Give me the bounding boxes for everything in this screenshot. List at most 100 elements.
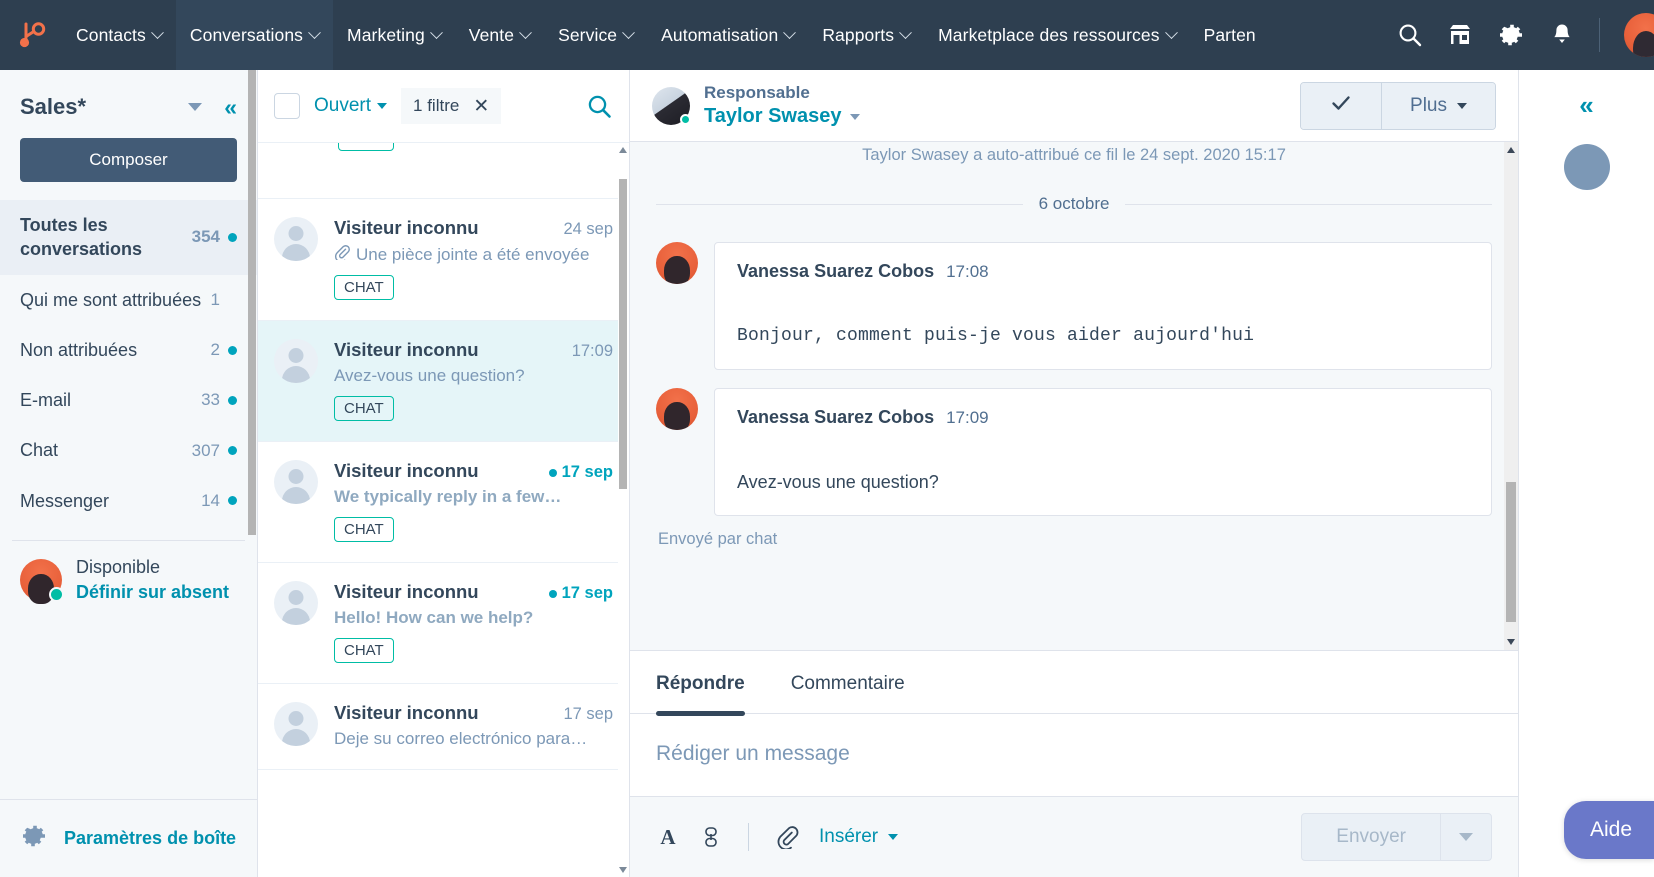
avatar — [656, 388, 698, 431]
thread-scrollbar-thumb[interactable] — [1506, 482, 1516, 622]
avatar — [274, 339, 318, 383]
inbox-settings-row[interactable]: Paramètres de boîte — [0, 799, 257, 877]
sidebar-item-qui-me-sont-attribuees[interactable]: Qui me sont attribuées 1 — [0, 275, 257, 325]
tab-commentaire[interactable]: Commentaire — [791, 651, 905, 713]
nav-item-label: Parten — [1203, 24, 1256, 45]
sidebar-item-count: 2 — [210, 340, 220, 360]
avatar — [274, 702, 318, 746]
avatar — [274, 581, 318, 625]
scroll-down-arrow-icon[interactable] — [619, 867, 627, 873]
conversation-list-scrollbar[interactable] — [618, 143, 629, 877]
chevron-down-icon — [1457, 102, 1467, 109]
list-item-partial-above[interactable] — [258, 143, 629, 199]
conversation-name: Visiteur inconnu — [334, 581, 479, 602]
nav-item-automatisation[interactable]: Automatisation — [647, 0, 808, 70]
mark-closed-button[interactable] — [1301, 82, 1382, 129]
owner-selector[interactable]: Taylor Swasey — [704, 105, 861, 128]
tab-repondre[interactable]: Répondre — [656, 651, 745, 716]
font-color-icon[interactable]: A — [656, 825, 680, 849]
sidebar-item-toutes-les-conversations[interactable]: Toutes les conversations 354 — [0, 200, 257, 275]
sidebar-item-label: Chat — [20, 440, 59, 461]
nav-item-label: Rapports — [822, 24, 895, 45]
select-all-checkbox[interactable] — [274, 93, 300, 119]
message-time: 17:09 — [946, 408, 989, 428]
avatar — [274, 217, 318, 261]
nav-item-label: Marketplace des ressources — [938, 24, 1160, 45]
send-button[interactable]: Envoyer — [1302, 814, 1440, 860]
link-icon[interactable] — [700, 825, 722, 849]
settings-gear-icon[interactable] — [1497, 21, 1525, 49]
sidebar-scrollbar-thumb[interactable] — [248, 70, 256, 535]
list-item[interactable]: Visiteur inconnu 17:09 Avez-vous une que… — [258, 321, 629, 442]
nav-item-service[interactable]: Service — [544, 0, 647, 70]
nav-item-vente[interactable]: Vente — [455, 0, 544, 70]
contact-avatar[interactable] — [1563, 144, 1610, 190]
scroll-down-arrow-icon[interactable] — [1507, 639, 1515, 645]
svg-text:A: A — [660, 825, 676, 849]
scroll-up-arrow-icon[interactable] — [1507, 147, 1515, 153]
inbox-settings-label: Paramètres de boîte — [64, 828, 237, 848]
nav-item-contacts[interactable]: Contacts — [62, 0, 176, 70]
paperclip-icon — [334, 244, 350, 265]
message-author: Vanessa Suarez Cobos — [737, 407, 935, 428]
conversation-time-label: 17 sep — [561, 463, 613, 481]
paperclip-icon[interactable] — [775, 825, 799, 849]
inbox-dropdown-caret-icon[interactable] — [188, 103, 203, 111]
conversation-list-toolbar: Ouvert 1 filtre ✕ — [258, 70, 629, 143]
notifications-bell-icon[interactable] — [1549, 22, 1575, 48]
sidebar-item-label: Non attribuées — [20, 339, 138, 360]
inbox-views-list: Toutes les conversations 354 Qui me sont… — [0, 200, 257, 526]
message-card[interactable]: Vanessa Suarez Cobos 17:09 Avez-vous une… — [714, 388, 1492, 517]
hubspot-logo-link[interactable] — [0, 0, 62, 70]
sidebar-item-messenger[interactable]: Messenger 14 — [0, 476, 257, 526]
list-item[interactable]: Visiteur inconnu 24 sep Une pièce jointe… — [258, 199, 629, 321]
set-away-link[interactable]: Définir sur absent — [76, 582, 229, 603]
chevron-down-icon — [622, 25, 636, 39]
sidebar-item-chat[interactable]: Chat 307 — [0, 425, 257, 475]
conversation-time-label: 17 sep — [561, 584, 613, 602]
agent-avatar — [20, 559, 64, 605]
chat-badge-partial — [338, 143, 394, 151]
scroll-up-arrow-icon[interactable] — [619, 147, 627, 153]
conversation-preview-row: We typically reply in a few… — [334, 487, 613, 507]
thread-messages-scroll: Taylor Swasey a auto-attribué ce fil le … — [630, 142, 1518, 650]
nav-item-partenaires[interactable]: Parten — [1190, 0, 1270, 70]
compose-button[interactable]: Composer — [20, 138, 237, 182]
nav-item-marketplace[interactable]: Marketplace des ressources — [924, 0, 1189, 70]
status-filter-dropdown[interactable]: Ouvert — [314, 95, 388, 117]
send-options-button[interactable] — [1440, 814, 1491, 860]
conversation-name: Visiteur inconnu — [334, 460, 479, 481]
marketplace-icon[interactable] — [1447, 22, 1473, 48]
checkmark-icon — [1329, 91, 1353, 120]
filter-chip[interactable]: 1 filtre ✕ — [401, 88, 502, 124]
sidebar-item-non-attribuees[interactable]: Non attribuées 2 — [0, 325, 257, 375]
more-actions-button[interactable]: Plus — [1381, 82, 1495, 129]
sidebar-item-email[interactable]: E-mail 33 — [0, 375, 257, 425]
message-card[interactable]: Vanessa Suarez Cobos 17:08 Bonjour, comm… — [714, 242, 1492, 371]
nav-item-marketing[interactable]: Marketing — [333, 0, 455, 70]
nav-item-rapports[interactable]: Rapports — [808, 0, 924, 70]
right-panel-collapse-icon[interactable]: « — [1579, 92, 1593, 118]
user-avatar[interactable] — [1624, 13, 1654, 57]
conversation-time: 17 sep — [563, 705, 613, 723]
composer-toolbar: A Insérer Envoyer — [630, 796, 1518, 877]
sidebar-item-count: 354 — [191, 227, 220, 247]
status-filter-label: Ouvert — [314, 95, 372, 116]
conversation-preview: Une pièce jointe a été envoyée — [356, 244, 590, 264]
search-icon[interactable] — [1397, 22, 1423, 48]
list-item[interactable]: Visiteur inconnu 17 sep Deje su correo e… — [258, 684, 629, 770]
help-button[interactable]: Aide — [1563, 801, 1654, 859]
close-icon[interactable]: ✕ — [473, 97, 489, 116]
sidebar-scrollbar[interactable] — [247, 70, 257, 877]
owner-role-label: Responsable — [704, 83, 810, 102]
insert-dropdown[interactable]: Insérer — [819, 826, 899, 848]
thread-scrollbar[interactable] — [1504, 142, 1518, 650]
sidebar-collapse-icon[interactable]: « — [224, 95, 237, 119]
list-item[interactable]: Visiteur inconnu 17 sep We typically rep… — [258, 442, 629, 563]
nav-item-conversations[interactable]: Conversations — [175, 0, 334, 70]
conversation-search-icon[interactable] — [586, 93, 613, 120]
message-input[interactable]: Rédiger un message — [630, 714, 1518, 796]
channel-badge: CHAT — [334, 275, 394, 300]
conversation-list-scrollbar-thumb[interactable] — [619, 179, 627, 489]
list-item[interactable]: Visiteur inconnu 17 sep Hello! How can w… — [258, 563, 629, 684]
